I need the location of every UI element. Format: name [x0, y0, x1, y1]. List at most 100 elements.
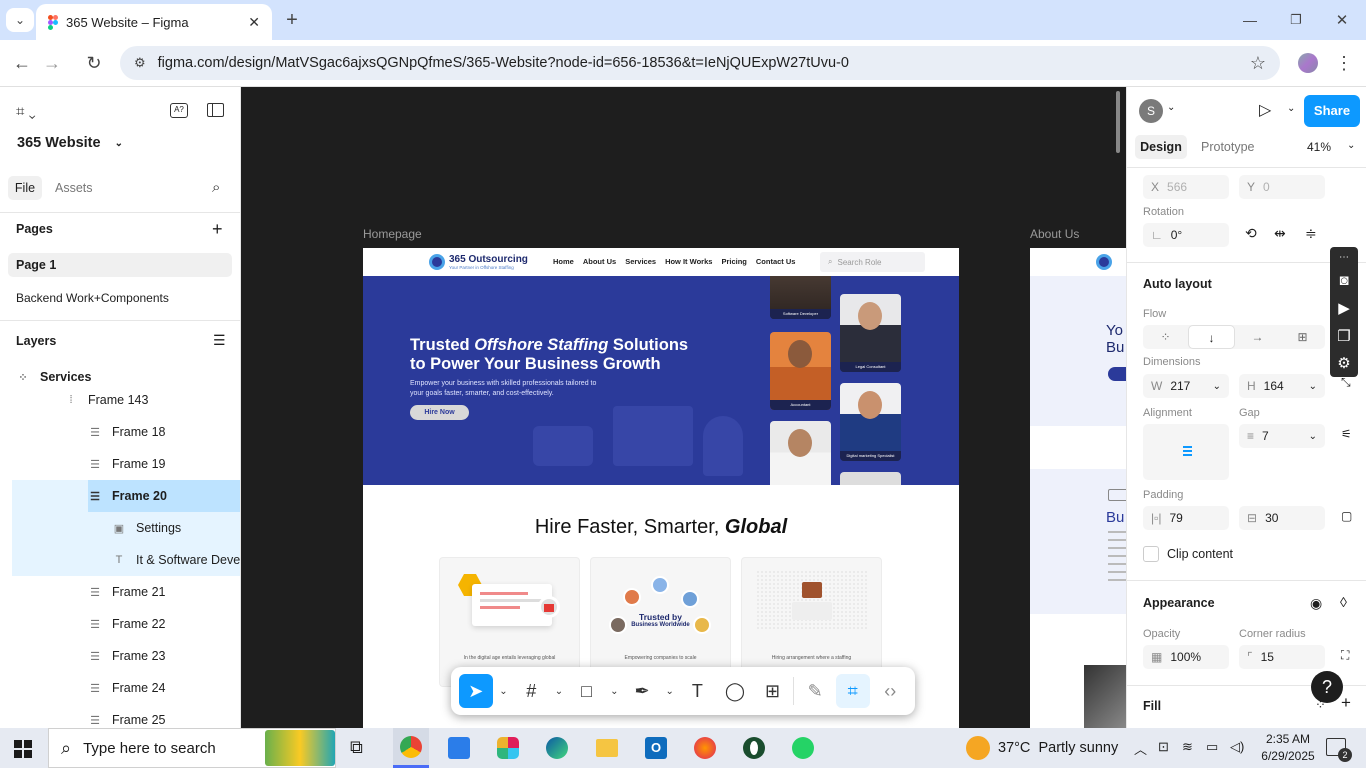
chevron-down-icon[interactable]: ⌄ [1347, 140, 1355, 151]
weather-icon[interactable] [966, 736, 990, 760]
layer-frame-18[interactable]: ☰ Frame 18 [88, 416, 240, 448]
chevron-up-icon[interactable]: ︿ [1134, 739, 1147, 758]
chevron-down-icon[interactable]: ⌄ [552, 674, 566, 708]
profile-avatar[interactable] [1298, 53, 1318, 73]
opacity-input[interactable]: ▦ 100% [1143, 645, 1229, 669]
chevron-down-icon[interactable]: ⌄ [1287, 103, 1295, 114]
new-tab-icon[interactable]: + [280, 8, 304, 32]
flow-freeform-icon[interactable]: ⁘ [1143, 325, 1188, 349]
blend-mode-icon[interactable]: ◊ [1340, 594, 1347, 610]
page-item-backend[interactable]: Backend Work+Components [16, 291, 169, 305]
store-icon[interactable] [448, 737, 470, 759]
flow-vertical-icon[interactable]: ↓ [1188, 325, 1235, 349]
network-icon[interactable]: ⊡ [1158, 739, 1169, 755]
more-icon[interactable]: ⋯ [1339, 252, 1349, 263]
reload-icon[interactable]: ↻ [82, 51, 106, 75]
role-card-accountant[interactable]: Accountant [770, 332, 831, 410]
tab-search-chevron-icon[interactable]: ⌄ [6, 8, 34, 32]
height-input[interactable]: H 164 ⌄ [1239, 374, 1325, 398]
role-card-software[interactable]: Software Developer [770, 276, 831, 319]
alignment-grid[interactable] [1143, 424, 1229, 480]
task-view-icon[interactable]: ⧉ [350, 737, 363, 758]
browser-tab[interactable]: 365 Website – Figma ✕ [36, 4, 272, 40]
frame-label-about-us[interactable]: About Us [1030, 227, 1079, 241]
clock-time[interactable]: 2:35 AM [1258, 732, 1318, 746]
independent-corners-icon[interactable]: ⛶ [1341, 648, 1349, 663]
layer-frame-25[interactable]: ☰ Frame 25 [88, 704, 240, 728]
flow-grid-icon[interactable]: ⊞ [1280, 325, 1325, 349]
y-input[interactable]: Y0 [1239, 175, 1325, 199]
app-leaf-icon[interactable] [743, 737, 765, 759]
firefox-icon[interactable] [694, 737, 716, 759]
rotate-icon[interactable]: ⟲ [1245, 225, 1257, 242]
frame-tool-icon[interactable]: # [514, 674, 548, 708]
nav-home[interactable]: Home [553, 257, 574, 266]
layer-frame-20[interactable]: ☰ Frame 20 [88, 480, 240, 512]
browser-menu-icon[interactable]: ⋮ [1332, 51, 1356, 75]
clock-date[interactable]: 6/29/2025 [1258, 749, 1318, 763]
role-card-6[interactable] [840, 472, 901, 485]
layer-frame-23[interactable]: ☰ Frame 23 [88, 640, 240, 672]
close-window-icon[interactable]: ✕ [1330, 8, 1354, 32]
file-explorer-icon[interactable] [596, 739, 618, 757]
page-item-page-1[interactable]: Page 1 [8, 253, 232, 277]
share-button[interactable]: Share [1304, 95, 1360, 127]
layer-frame-19[interactable]: ☰ Frame 19 [88, 448, 240, 480]
about-button[interactable] [1108, 367, 1126, 381]
flip-vertical-icon[interactable]: ≑ [1305, 225, 1317, 242]
gap-input[interactable]: ≡ 7 ⌄ [1239, 424, 1325, 448]
site-logo[interactable]: 365 Outsourcing [449, 254, 528, 265]
role-card-marketing[interactable]: Digital marketing Specialist [840, 383, 901, 461]
bookmark-star-icon[interactable]: ☆ [1250, 53, 1266, 74]
text-tool-icon[interactable]: T [681, 674, 715, 708]
nav-services[interactable]: Services [625, 257, 656, 266]
role-card-5[interactable] [770, 421, 831, 485]
wifi-icon[interactable]: ≋ [1182, 739, 1193, 755]
eye-icon[interactable]: ◉ [1310, 595, 1322, 612]
file-name-button[interactable]: 365 Website ⌄ [17, 135, 123, 151]
search-icon[interactable]: ⌕ [212, 179, 220, 196]
tab-file[interactable]: File [8, 176, 42, 200]
chrome-taskbar-icon[interactable] [393, 728, 429, 768]
move-tool-icon[interactable]: ➤ [459, 674, 493, 708]
layer-it-software[interactable]: T It & Software Develo [112, 544, 240, 576]
layer-frame-22[interactable]: ☰ Frame 22 [88, 608, 240, 640]
add-page-icon[interactable]: + [212, 219, 223, 240]
chevron-down-icon[interactable]: ⌄ [663, 674, 677, 708]
collapse-layers-icon[interactable]: ☰ [213, 332, 226, 349]
tab-assets[interactable]: Assets [55, 181, 93, 195]
chevron-down-icon[interactable]: ⌄ [497, 674, 511, 708]
flip-horizontal-icon[interactable]: ⇹ [1274, 225, 1286, 242]
chevron-down-icon[interactable]: ⌄ [607, 674, 621, 708]
homepage-frame[interactable]: 365 Outsourcing Your Partner in Offshore… [363, 248, 959, 728]
layer-frame-24[interactable]: ☰ Frame 24 [88, 672, 240, 704]
pen-tool-icon[interactable]: ✒ [625, 674, 659, 708]
corner-radius-input[interactable]: ⌜ 15 [1239, 645, 1325, 669]
zoom-level[interactable]: 41% [1307, 140, 1331, 154]
outlook-icon[interactable]: O [645, 737, 667, 759]
resize-icon[interactable]: ⤡ [1341, 375, 1351, 390]
design-canvas[interactable]: Homepage About Us 365 Outsourcing Your P… [241, 87, 1126, 728]
dev-mode-icon[interactable]: ‹› [874, 674, 908, 708]
tab-prototype[interactable]: Prototype [1201, 140, 1255, 154]
ui3-icon[interactable]: A? [170, 103, 188, 118]
minimize-icon[interactable]: — [1238, 8, 1262, 32]
chevron-down-icon[interactable]: ⌄ [1167, 102, 1175, 113]
vertical-scrollbar[interactable] [1116, 91, 1120, 153]
video-icon[interactable]: ▶ [1338, 299, 1350, 317]
user-avatar[interactable]: S [1139, 99, 1163, 123]
volume-icon[interactable]: ◁) [1230, 739, 1244, 755]
about-us-frame[interactable]: Yo Bu Bu [1030, 248, 1126, 728]
layer-frame-143[interactable]: ⁞ Frame 143 [64, 384, 240, 416]
layer-frame-21[interactable]: ☰ Frame 21 [88, 576, 240, 608]
figma-menu-icon[interactable]: ⌗ ⌄ [16, 103, 36, 120]
windows-start-icon[interactable] [14, 740, 32, 758]
actions-tool-icon[interactable]: ⊞ [756, 674, 790, 708]
width-input[interactable]: W 217 ⌄ [1143, 374, 1229, 398]
clip-content-checkbox[interactable] [1143, 546, 1159, 562]
design-mode-icon[interactable]: ⌗ [835, 674, 870, 708]
rotation-input[interactable]: ∟ 0° [1143, 223, 1229, 247]
draw-mode-icon[interactable]: ✎ [798, 674, 832, 708]
x-input[interactable]: X 566 [1143, 175, 1229, 199]
battery-icon[interactable]: ▭ [1206, 739, 1218, 755]
